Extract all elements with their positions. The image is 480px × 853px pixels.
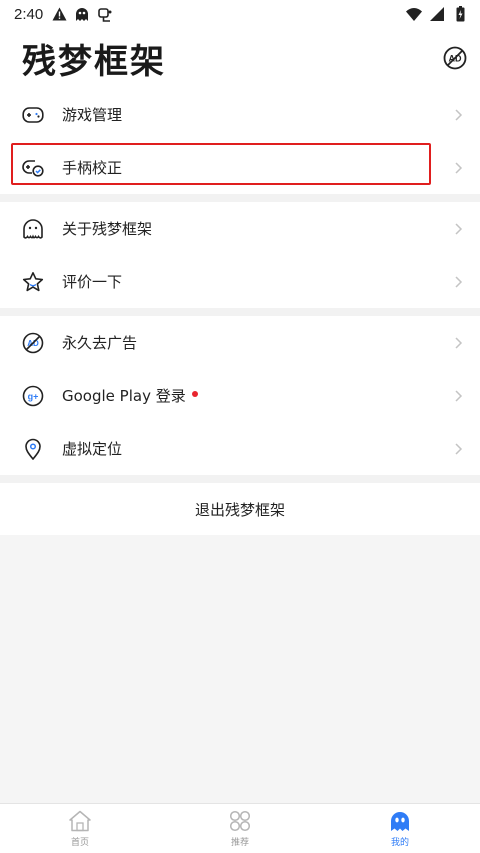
menu-item-label: 永久去广告 — [62, 334, 138, 352]
menu-item-label: 关于残梦框架 — [62, 220, 153, 238]
section-divider — [0, 194, 480, 202]
menu-group-about: 关于残梦框架 评价一下 — [0, 202, 480, 308]
menu-item-gamepad-calibration[interactable]: 手柄校正 — [0, 141, 480, 194]
tab-recommend[interactable]: 推荐 — [190, 809, 290, 848]
menu-group-extras: AD 永久去广告 g+ Google Play 登录 虚拟定位 — [0, 316, 480, 475]
menu-item-game-management[interactable]: 游戏管理 — [0, 88, 480, 141]
wifi-icon — [406, 6, 422, 22]
tab-label: 推荐 — [230, 838, 249, 848]
grid-icon — [228, 809, 252, 833]
menu-item-remove-ads[interactable]: AD 永久去广告 — [0, 316, 480, 369]
location-pin-icon — [22, 438, 44, 460]
gamepad-calibrate-icon — [22, 157, 44, 179]
no-ad-icon: AD — [443, 46, 467, 70]
ghost-icon — [74, 6, 90, 22]
menu-item-google-play-login[interactable]: g+ Google Play 登录 — [0, 369, 480, 422]
menu-item-label: 评价一下 — [62, 273, 123, 291]
menu-item-label: Google Play 登录 — [62, 385, 452, 406]
google-play-login-label: Google Play 登录 — [62, 387, 186, 405]
menu-item-label: 虚拟定位 — [62, 440, 123, 458]
svg-text:g+: g+ — [28, 391, 39, 401]
section-divider — [0, 475, 480, 483]
chevron-right-icon — [455, 389, 463, 402]
signal-icon — [429, 6, 445, 22]
ghost-icon — [22, 218, 44, 240]
tab-mine[interactable]: 我的 — [350, 809, 450, 848]
gamepad-icon — [97, 6, 113, 22]
logout-button[interactable]: 退出残梦框架 — [0, 483, 480, 535]
home-icon — [68, 809, 92, 833]
chevron-right-icon — [455, 161, 463, 174]
page-header: 残梦框架 AD — [0, 28, 480, 88]
chevron-right-icon — [455, 442, 463, 455]
menu-item-virtual-location[interactable]: 虚拟定位 — [0, 422, 480, 475]
status-time: 2:40 — [14, 5, 44, 23]
menu-group-game: 游戏管理 手柄校正 — [0, 88, 480, 194]
chevron-right-icon — [455, 108, 463, 121]
section-divider — [0, 308, 480, 316]
menu-item-label: 手柄校正 — [62, 159, 123, 177]
menu-item-about[interactable]: 关于残梦框架 — [0, 202, 480, 255]
tab-home[interactable]: 首页 — [30, 809, 130, 848]
top-area: 2:40 残梦框架 AD — [0, 0, 480, 88]
ghost-icon — [388, 809, 412, 833]
chevron-right-icon — [455, 222, 463, 235]
no-ad-icon: AD — [22, 332, 44, 354]
chevron-right-icon — [455, 336, 463, 349]
tab-label: 首页 — [70, 838, 89, 848]
status-bar: 2:40 — [0, 0, 480, 28]
menu-item-label: 游戏管理 — [62, 106, 123, 124]
chevron-right-icon — [455, 275, 463, 288]
bottom-tab-bar: 首页 推荐 我的 — [0, 803, 480, 853]
red-dot-badge — [191, 390, 198, 397]
warning-icon — [51, 6, 67, 22]
menu-item-rate[interactable]: 评价一下 — [0, 255, 480, 308]
star-icon — [22, 271, 44, 293]
tab-label: 我的 — [390, 838, 409, 848]
gamepad-icon — [22, 104, 44, 126]
google-plus-icon: g+ — [22, 385, 44, 407]
battery-icon — [452, 6, 468, 22]
no-ad-button[interactable]: AD — [442, 45, 468, 71]
page-title: 残梦框架 — [22, 41, 166, 82]
